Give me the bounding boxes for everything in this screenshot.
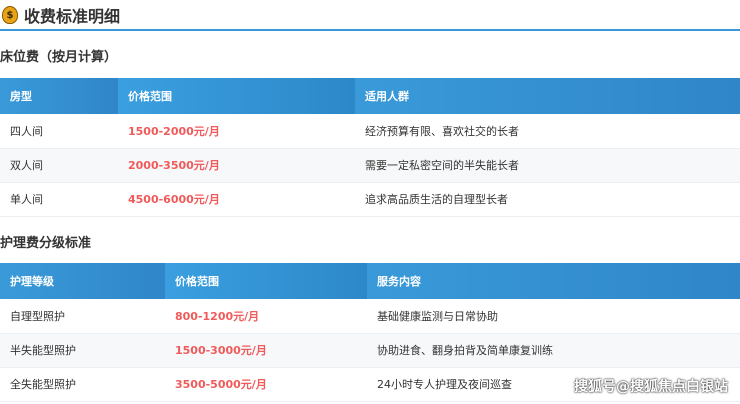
bed-fee-heading: 床位费（按月计算） xyxy=(0,50,118,65)
price: 2000-3500元/月 xyxy=(118,148,355,183)
table-row: 半失能型照护 1500-3000元/月 协助进食、翻身拍背及简单康复训练 xyxy=(0,333,740,368)
bed-fee-table: 房型 价格范围 适用人群 四人间 1500-2000元/月 经济预算有限、喜欢社交的长者… xyxy=(0,78,740,217)
table-row: 四人间 1500-2000元/月 经济预算有限、喜欢社交的长者 xyxy=(0,114,740,149)
services: 协助进食、翻身拍背及简单康复训练 xyxy=(367,333,740,368)
header-audience: 适用人群 xyxy=(355,78,740,114)
table-row: 双人间 2000-3500元/月 需要一定私密空间的半失能长者 xyxy=(0,148,740,183)
price: 1500-3000元/月 xyxy=(165,333,367,368)
watermark: 搜狐号@搜狐焦点白银站 xyxy=(574,379,728,395)
audience: 追求高品质生活的自理型长者 xyxy=(355,182,740,217)
money-bag-icon: $ xyxy=(2,6,18,24)
services: 基础健康监测与日常协助 xyxy=(367,299,740,334)
care-level: 半失能型照护 xyxy=(0,333,165,368)
header-price: 价格范围 xyxy=(118,78,355,114)
price: 3500-5000元/月 xyxy=(165,367,367,402)
care-fee-heading: 护理费分级标准 xyxy=(0,236,92,251)
header-room-type: 房型 xyxy=(0,78,118,114)
care-level: 全失能型照护 xyxy=(0,367,165,402)
audience: 需要一定私密空间的半失能长者 xyxy=(355,148,740,183)
price: 4500-6000元/月 xyxy=(118,182,355,217)
price: 800-1200元/月 xyxy=(165,299,367,334)
header-care-level: 护理等级 xyxy=(0,263,165,299)
table-row: 单人间 4500-6000元/月 追求高品质生活的自理型长者 xyxy=(0,182,740,217)
page-title: $ 收费标准明细 xyxy=(2,0,120,30)
title-divider xyxy=(0,29,740,31)
audience: 经济预算有限、喜欢社交的长者 xyxy=(355,114,740,149)
room-type: 双人间 xyxy=(0,148,118,183)
room-type: 单人间 xyxy=(0,182,118,217)
care-level: 自理型照护 xyxy=(0,299,165,334)
price: 1500-2000元/月 xyxy=(118,114,355,149)
header-price: 价格范围 xyxy=(165,263,367,299)
page-title-text: 收费标准明细 xyxy=(24,7,121,26)
header-services: 服务内容 xyxy=(367,263,740,299)
table-row: 自理型照护 800-1200元/月 基础健康监测与日常协助 xyxy=(0,299,740,334)
room-type: 四人间 xyxy=(0,114,118,149)
